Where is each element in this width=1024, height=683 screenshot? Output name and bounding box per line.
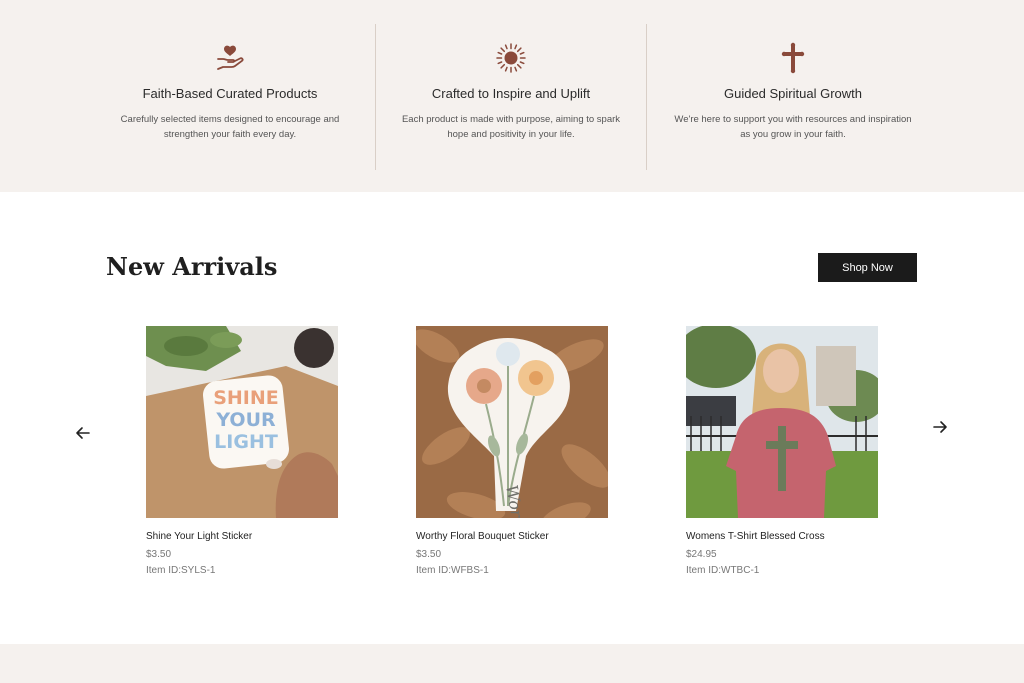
feature-item: Faith-Based Curated Products Carefully s… — [92, 0, 368, 192]
feature-title: Faith-Based Curated Products — [142, 86, 318, 101]
footer-band — [0, 644, 1024, 683]
product-card[interactable]: SHINE YOUR LIGHT Shine Your Light Sticke… — [146, 326, 338, 576]
sticker-text-line: SHINE — [213, 387, 279, 409]
product-price: $3.50 — [146, 549, 172, 560]
product-card[interactable]: Womens T-Shirt Blessed Cross $24.95 Item… — [686, 326, 878, 576]
feature-title: Guided Spiritual Growth — [723, 86, 862, 101]
feature-title: Crafted to Inspire and Uplift — [431, 86, 591, 101]
arrow-left-icon[interactable] — [73, 423, 93, 443]
product-name[interactable]: Worthy Floral Bouquet Sticker — [416, 531, 549, 542]
product-price: $24.95 — [686, 549, 717, 560]
product-image[interactable]: Worthy — [416, 326, 608, 518]
product-card[interactable]: Worthy Worthy Floral Bouquet Sticker $3.… — [416, 326, 608, 576]
feature-description: Each product is made with purpose, aimin… — [401, 114, 621, 140]
shop-now-button[interactable]: Shop Now — [818, 253, 917, 282]
section-title: New Arrivals — [106, 252, 278, 281]
feature-description: Carefully selected items designed to enc… — [120, 114, 340, 140]
arrow-right-icon[interactable] — [930, 417, 950, 437]
cross-icon — [781, 42, 805, 74]
product-name[interactable]: Shine Your Light Sticker — [146, 531, 252, 542]
product-item-id: Item ID:WFBS-1 — [416, 565, 489, 576]
feature-divider — [646, 24, 647, 170]
sticker-text-line: YOUR — [215, 409, 276, 431]
heart-hand-icon — [217, 45, 244, 70]
feature-item: Crafted to Inspire and Uplift Each produ… — [376, 0, 646, 192]
product-image[interactable] — [686, 326, 878, 518]
product-image[interactable]: SHINE YOUR LIGHT — [146, 326, 338, 518]
product-name[interactable]: Womens T-Shirt Blessed Cross — [686, 531, 825, 542]
product-item-id: Item ID:WTBC-1 — [686, 565, 760, 576]
sun-icon — [496, 43, 526, 73]
sticker-text-line: LIGHT — [214, 431, 278, 453]
feature-description: We're here to support you with resources… — [674, 114, 912, 140]
product-item-id: Item ID:SYLS-1 — [146, 565, 216, 576]
product-price: $3.50 — [416, 549, 442, 560]
features-section: Faith-Based Curated Products Carefully s… — [0, 0, 1024, 192]
feature-item: Guided Spiritual Growth We're here to su… — [648, 0, 938, 192]
